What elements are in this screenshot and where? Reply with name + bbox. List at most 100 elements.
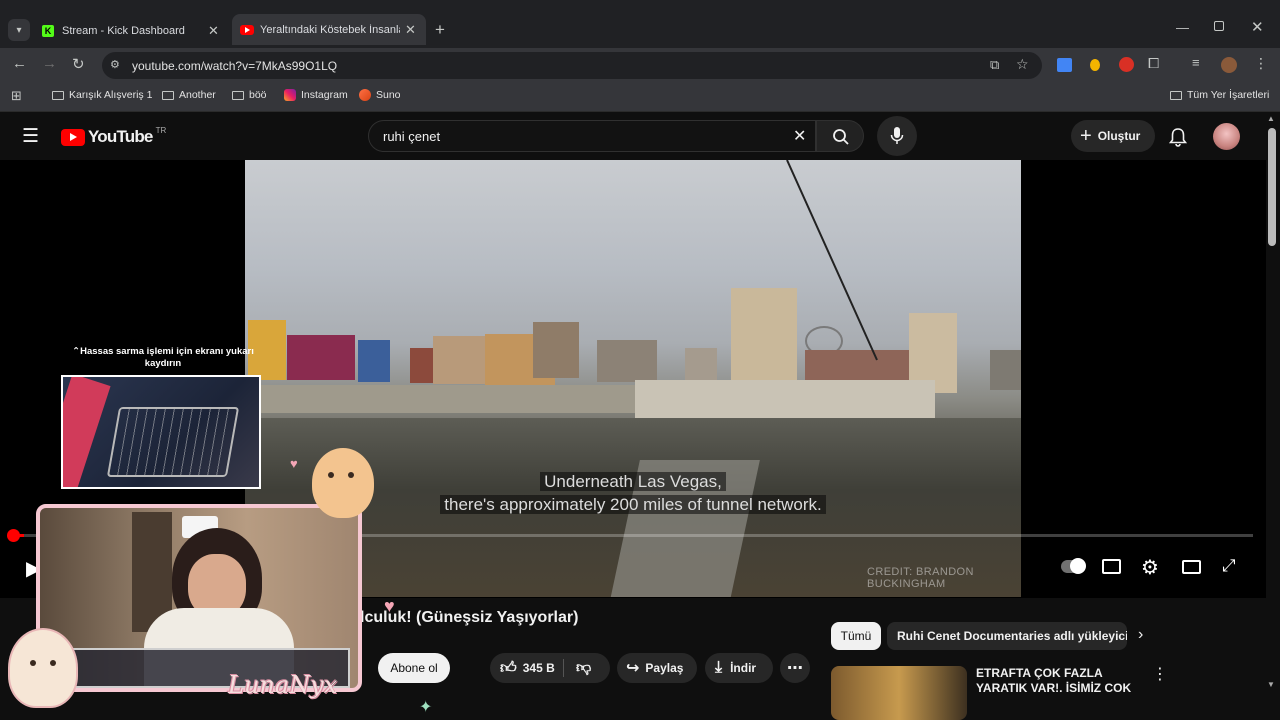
- user-avatar[interactable]: [1213, 123, 1240, 150]
- tab-search-button[interactable]: ▾: [8, 19, 30, 41]
- sparkle-icon: ✦: [419, 699, 433, 716]
- forward-icon[interactable]: →: [42, 55, 57, 72]
- clear-search-icon[interactable]: ✕: [793, 126, 806, 146]
- address-bar[interactable]: ⚙ youtube.com/watch?v=7MkAs99O1LQ ⧉ ☆: [102, 52, 1042, 79]
- progress-scrubber-handle[interactable]: [7, 529, 20, 542]
- bookmark-suno[interactable]: Suno: [359, 89, 401, 101]
- secondary-camera-overlay: [61, 375, 261, 489]
- extension-icon[interactable]: [1090, 59, 1100, 71]
- create-button[interactable]: + Oluştur: [1071, 120, 1155, 152]
- extension-badge-icon[interactable]: [1119, 57, 1134, 72]
- more-horizontal-icon: ⋯: [787, 660, 803, 677]
- back-icon[interactable]: ←: [12, 55, 27, 72]
- minimize-icon[interactable]: —: [1176, 20, 1189, 35]
- hamburger-menu-icon[interactable]: ☰: [22, 125, 39, 148]
- recommendation-title-text: ETRAFTA ÇOK FAZLA YARATIK VAR!, İŞİMİZ Ç…: [976, 666, 1132, 692]
- create-label: Oluştur: [1097, 129, 1141, 143]
- cat-eye: [348, 472, 354, 478]
- apps-grid-icon[interactable]: ⊞: [11, 88, 22, 104]
- bookmark-folder[interactable]: böö: [232, 89, 267, 101]
- like-thumb-icon[interactable]: 👍︎: [500, 659, 517, 678]
- dislike-thumb-icon[interactable]: 👎︎: [576, 659, 591, 677]
- subtitles-icon[interactable]: [1102, 559, 1121, 574]
- tab-youtube-video[interactable]: Yeraltındaki Köstebek İnsanlar'a ✕: [232, 14, 426, 45]
- cart-handle: [63, 377, 111, 487]
- youtube-favicon-icon: [240, 24, 254, 35]
- url-text[interactable]: youtube.com/watch?v=7MkAs99O1LQ: [132, 59, 337, 73]
- autoplay-toggle[interactable]: [1061, 558, 1086, 574]
- more-vertical-icon[interactable]: ⋮: [1152, 664, 1168, 684]
- download-icon: ⤓: [715, 659, 723, 676]
- share-button[interactable]: ↪ Paylaş: [617, 653, 697, 683]
- search-query[interactable]: ruhi çenet: [383, 129, 440, 144]
- close-tab-icon[interactable]: ✕: [208, 23, 219, 39]
- scroll-hint-overlay: ⌃Hassas sarma işlemi için ekranı yukarı …: [66, 346, 260, 370]
- restore-icon[interactable]: [1214, 21, 1224, 31]
- recommendation-thumbnail[interactable]: [831, 666, 967, 720]
- media-control-icon[interactable]: ≡: [1192, 55, 1200, 70]
- bookmark-star-icon[interactable]: ☆: [1016, 56, 1029, 73]
- chip-all[interactable]: Tümü: [831, 622, 881, 650]
- new-tab-icon[interactable]: +: [435, 20, 445, 40]
- autoplay-knob: [1070, 558, 1086, 574]
- close-window-icon[interactable]: ✕: [1251, 18, 1264, 36]
- bookmark-label: Karışık Alışveriş 1: [69, 89, 153, 101]
- menu-kebab-icon[interactable]: ⋮: [1254, 55, 1268, 72]
- logo-text: YouTube: [88, 127, 153, 146]
- like-dislike-group: 👍︎ 345 B 👎︎: [490, 653, 610, 683]
- subscribe-label: Abone ol: [390, 661, 438, 675]
- recommendation-title[interactable]: ETRAFTA ÇOK FAZLA YARATIK VAR!, İŞİMİZ Ç…: [976, 666, 1146, 692]
- extensions-puzzle-icon[interactable]: ⧠: [1148, 55, 1159, 72]
- scroll-hint-text: Hassas sarma işlemi için ekranı yukarı k…: [80, 346, 254, 369]
- scroll-up-arrow-icon[interactable]: ▲: [1267, 114, 1275, 123]
- reload-icon[interactable]: ↻: [72, 55, 85, 73]
- scroll-down-arrow-icon[interactable]: ▼: [1267, 680, 1275, 689]
- tab-title: Yeraltındaki Köstebek İnsanlar'a: [260, 23, 400, 36]
- heart-sticker-icon: ♥: [290, 456, 298, 471]
- bookmark-instagram[interactable]: Instagram: [284, 89, 348, 101]
- cat-eye: [328, 472, 334, 478]
- bookmark-folder[interactable]: Karışık Alışveriş 1: [52, 89, 152, 101]
- scrollbar-thumb[interactable]: [1268, 128, 1276, 246]
- profile-avatar[interactable]: [1221, 57, 1237, 73]
- search-input[interactable]: ruhi çenet ✕: [368, 120, 816, 152]
- search-icon: [833, 129, 849, 145]
- chip-label: Tümü: [840, 629, 872, 643]
- cast-icon[interactable]: ⧉: [990, 57, 999, 73]
- caption-line: Underneath Las Vegas,: [540, 472, 726, 491]
- cat-eye: [50, 660, 56, 666]
- share-label: Paylaş: [645, 661, 684, 675]
- youtube-logo[interactable]: YouTube TR: [61, 125, 167, 147]
- download-button[interactable]: ⤓ İndir: [705, 653, 773, 683]
- bookmark-label: Tüm Yer İşaretleri: [1187, 89, 1270, 101]
- tab-kick-dashboard[interactable]: K Stream - Kick Dashboard ✕: [34, 17, 230, 45]
- more-actions-button[interactable]: ⋯: [780, 653, 810, 683]
- translate-extension-icon[interactable]: [1057, 58, 1072, 72]
- bookmark-label: Suno: [376, 89, 401, 101]
- site-info-icon[interactable]: ⚙: [110, 58, 120, 71]
- microphone-icon: [890, 127, 904, 144]
- suno-icon: [359, 89, 371, 101]
- streamer-name-watermark: LunaNyx: [228, 671, 338, 699]
- kick-icon: K: [42, 25, 54, 37]
- search-button[interactable]: [816, 120, 864, 152]
- region-code: TR: [155, 125, 167, 135]
- youtube-header: ☰ YouTube TR ruhi çenet ✕ + Oluştur: [0, 112, 1266, 160]
- bookmarks-bar: ⊞ Karışık Alışveriş 1 Another böö Instag…: [0, 82, 1280, 112]
- heart-sticker-icon: ♥: [384, 596, 395, 616]
- miniplayer-icon[interactable]: [1182, 560, 1201, 574]
- instagram-icon: [284, 89, 296, 101]
- chevron-right-icon[interactable]: ›: [1138, 626, 1143, 644]
- all-bookmarks-folder[interactable]: Tüm Yer İşaretleri: [1170, 89, 1269, 101]
- subscribe-button[interactable]: Abone ol: [378, 653, 450, 683]
- settings-gear-icon[interactable]: ⚙: [1141, 555, 1159, 580]
- cat-sticker: [312, 448, 374, 518]
- like-count[interactable]: 345 B: [523, 661, 555, 675]
- fullscreen-icon[interactable]: ⤢: [1222, 556, 1236, 576]
- share-arrow-icon: ↪: [626, 660, 640, 677]
- chip-uploader[interactable]: Ruhi Cenet Documentaries adlı yükleyicid…: [887, 622, 1127, 650]
- close-tab-icon[interactable]: ✕: [405, 22, 416, 38]
- voice-search-button[interactable]: [877, 116, 917, 156]
- notifications-bell-icon[interactable]: [1169, 127, 1187, 147]
- bookmark-folder[interactable]: Another: [162, 89, 216, 101]
